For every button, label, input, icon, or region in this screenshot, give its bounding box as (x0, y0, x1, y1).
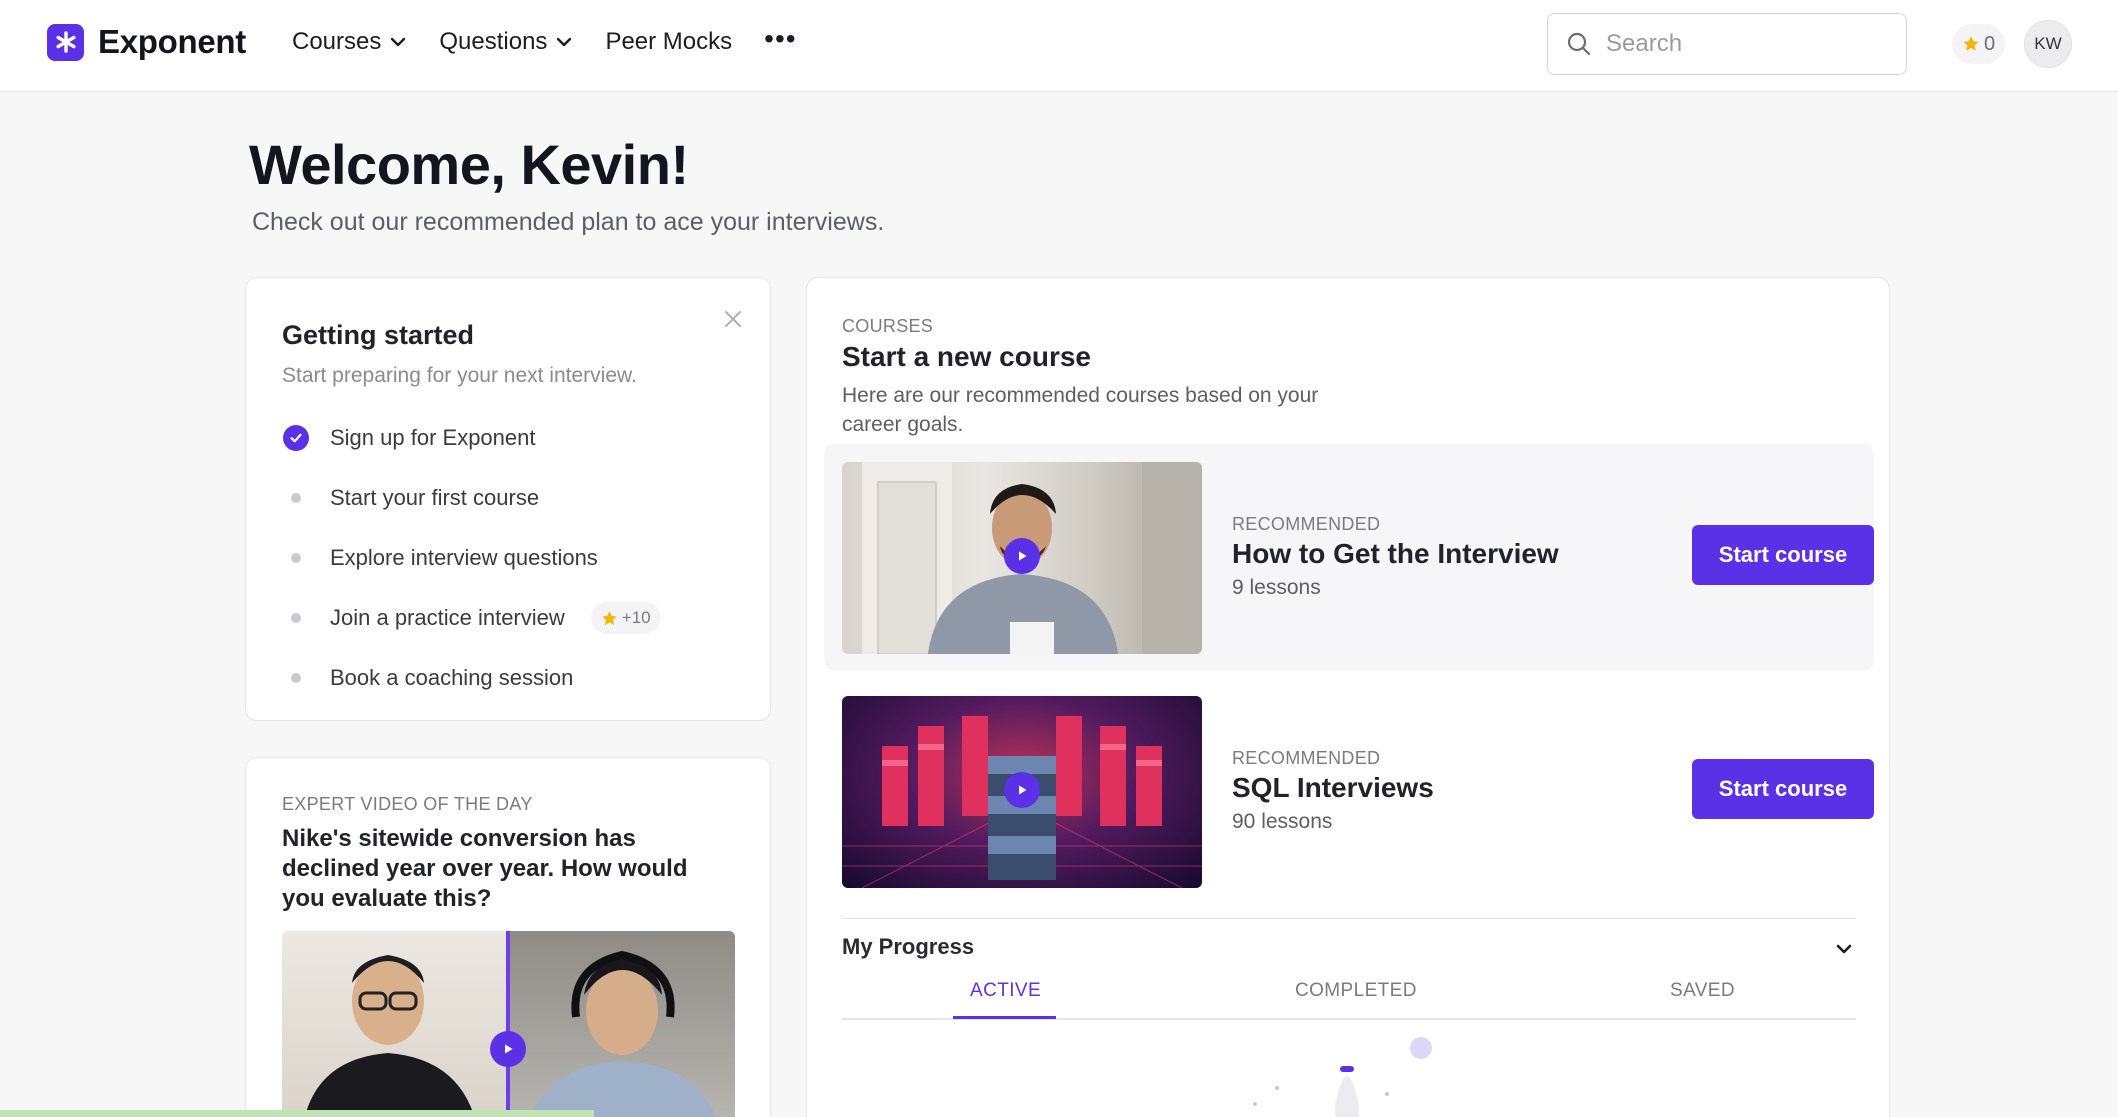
exponent-logo[interactable]: Exponent (47, 23, 246, 61)
courses-card: COURSES Start a new course Here are our … (806, 277, 1890, 1117)
play-icon[interactable] (1004, 538, 1040, 574)
active-tab-indicator (953, 1016, 1056, 1019)
my-progress-title: My Progress (842, 934, 975, 959)
page-title: Welcome, Kevin! (249, 133, 689, 196)
course-lesson-count: 90 lessons (1232, 810, 1333, 833)
exponent-logo-icon (47, 23, 84, 61)
section-divider (842, 918, 1856, 919)
checklist-item-explore-questions[interactable]: Explore interview questions (282, 528, 742, 588)
star-icon (602, 610, 617, 625)
brand-name: Exponent (98, 23, 246, 60)
reward-badge: +10 (590, 602, 661, 634)
play-icon[interactable] (490, 1031, 526, 1067)
course-name[interactable]: SQL Interviews (1232, 772, 1434, 804)
progress-tabs: ACTIVE COMPLETED SAVED (842, 978, 1856, 1020)
check-circle-icon (283, 425, 309, 451)
points-count: 0 (1984, 32, 1996, 55)
page-subtitle: Check out our recommended plan to ace yo… (252, 208, 885, 236)
getting-started-title: Getting started (282, 320, 475, 350)
course-thumbnail[interactable] (842, 462, 1202, 654)
expert-video-card: EXPERT VIDEO OF THE DAY Nike's sitewide … (245, 757, 771, 1117)
nav-peer-mocks-link[interactable]: Peer Mocks (605, 28, 732, 56)
checklist-item-coaching[interactable]: Book a coaching session (282, 648, 742, 708)
search-input[interactable] (1606, 30, 1866, 58)
video-speaker-left (282, 931, 506, 1117)
search-box[interactable] (1547, 13, 1907, 75)
search-icon (1567, 32, 1591, 56)
course-row[interactable]: RECOMMENDED How to Get the Interview 9 l… (824, 444, 1874, 670)
course-kicker: RECOMMENDED (1232, 514, 1381, 534)
checklist-item-label: Book a coaching session (330, 665, 574, 690)
expert-video-thumbnail[interactable] (282, 931, 735, 1117)
start-course-button[interactable]: Start course (1692, 759, 1874, 819)
play-icon[interactable] (1004, 772, 1040, 808)
start-course-button[interactable]: Start course (1692, 525, 1874, 585)
nav-courses-menu[interactable]: Courses (292, 28, 407, 56)
tab-completed[interactable]: COMPLETED (1295, 980, 1417, 1002)
rocket-illustration-icon (1253, 1037, 1432, 1117)
getting-started-subtitle: Start preparing for your next interview. (282, 364, 637, 387)
chevron-down-icon[interactable] (1833, 938, 1855, 960)
course-row[interactable]: RECOMMENDED SQL Interviews 90 lessons St… (824, 678, 1874, 904)
points-badge[interactable]: 0 (1952, 24, 2006, 64)
user-avatar[interactable]: KW (2024, 20, 2072, 68)
nav-courses-label: Courses (292, 28, 382, 55)
expert-video-title[interactable]: Nike's sitewide conversion has declined … (282, 824, 722, 914)
bottom-progress-bar (0, 1110, 594, 1117)
checklist-item-label: Join a practice interview (330, 605, 565, 630)
checklist: Sign up for Exponent Start your first co… (282, 408, 742, 708)
course-name[interactable]: How to Get the Interview (1232, 538, 1559, 570)
checklist-item-label: Sign up for Exponent (330, 425, 536, 450)
main-nav: Courses Questions Peer Mocks ••• (292, 25, 797, 56)
course-kicker: RECOMMENDED (1232, 748, 1381, 768)
expert-video-kicker: EXPERT VIDEO OF THE DAY (282, 794, 533, 814)
tab-saved[interactable]: SAVED (1670, 980, 1735, 1002)
nav-questions-menu[interactable]: Questions (439, 28, 573, 56)
star-icon (1963, 36, 1979, 51)
chevron-down-icon (391, 37, 406, 47)
tab-active[interactable]: ACTIVE (970, 980, 1041, 1002)
reward-badge-value: +10 (621, 608, 651, 627)
checklist-item-practice-interview[interactable]: Join a practice interview +10 (282, 588, 742, 648)
courses-subtitle: Here are our recommended courses based o… (842, 384, 1319, 436)
courses-title: Start a new course (842, 341, 1091, 372)
bullet-dot-icon (291, 613, 301, 623)
getting-started-card: Getting started Start preparing for your… (245, 277, 771, 721)
bullet-dot-icon (291, 493, 301, 503)
top-navigation: Exponent Courses Questions Peer Mocks ••… (0, 0, 2118, 92)
checklist-item-label: Start your first course (330, 485, 540, 510)
nav-questions-label: Questions (439, 28, 548, 55)
checklist-item-sign-up[interactable]: Sign up for Exponent (282, 408, 742, 468)
course-thumbnail[interactable] (842, 696, 1202, 888)
bullet-dot-icon (291, 553, 301, 563)
more-menu-icon[interactable]: ••• (764, 25, 796, 53)
bullet-dot-icon (291, 673, 301, 683)
courses-kicker: COURSES (842, 316, 934, 336)
chevron-down-icon (557, 37, 572, 47)
course-lesson-count: 9 lessons (1232, 576, 1321, 599)
nav-peer-mocks-label: Peer Mocks (605, 28, 733, 55)
video-speaker-right (510, 931, 735, 1117)
close-icon[interactable] (720, 306, 746, 332)
checklist-item-label: Explore interview questions (330, 545, 598, 570)
checklist-item-first-course[interactable]: Start your first course (282, 468, 742, 528)
